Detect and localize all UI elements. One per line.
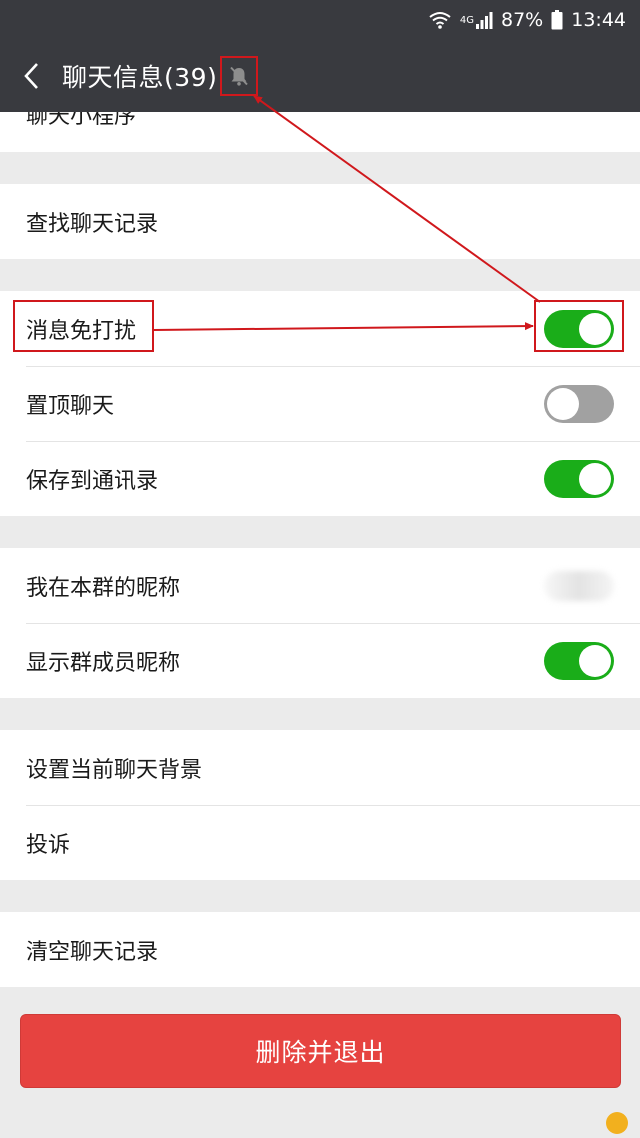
group-clear: 清空聊天记录 [0, 912, 640, 987]
chat-background-row[interactable]: 设置当前聊天背景 [0, 730, 640, 805]
search-chat-history-row[interactable]: 查找聊天记录 [0, 184, 640, 259]
section-gap [0, 880, 640, 912]
clock: 13:44 [571, 9, 626, 31]
watermark-logo-icon [606, 1112, 628, 1134]
nickname-value-blurred [544, 570, 614, 601]
pin-chat-row: 置顶聊天 [0, 366, 640, 441]
row-label: 聊天小程序 [26, 112, 137, 129]
settings-list: 聊天小程序 查找聊天记录 消息免打扰 置顶聊天 保存到通讯录 我在本群的昵称 显… [0, 112, 640, 987]
status-bar: 4G 87% 13:44 [0, 0, 640, 40]
wifi-icon [428, 11, 452, 29]
section-gap [0, 516, 640, 548]
annotation-box-toggle [534, 300, 624, 352]
mini-programs-row[interactable]: 聊天小程序 [0, 112, 640, 152]
network-type: 4G [459, 14, 474, 26]
signal-icon: 4G [460, 11, 493, 29]
pin-chat-toggle[interactable] [544, 384, 614, 423]
group-search: 查找聊天记录 [0, 184, 640, 259]
section-gap [0, 152, 640, 184]
delete-and-exit-button[interactable]: 删除并退出 [20, 1014, 621, 1088]
row-label: 查找聊天记录 [26, 211, 159, 237]
my-group-nickname-row[interactable]: 我在本群的昵称 [0, 548, 640, 623]
toggle-knob [579, 644, 611, 677]
chevron-left-icon [24, 63, 38, 89]
row-label: 清空聊天记录 [26, 939, 159, 965]
section-gap [0, 698, 640, 730]
show-member-nicknames-row: 显示群成员昵称 [0, 623, 640, 698]
row-label: 显示群成员昵称 [26, 650, 181, 676]
group-mini-programs: 聊天小程序 [0, 112, 640, 152]
save-to-contacts-toggle[interactable] [544, 459, 614, 498]
annotation-box-label [13, 300, 154, 352]
show-member-nicknames-toggle[interactable] [544, 641, 614, 680]
group-background: 设置当前聊天背景 投诉 [0, 730, 640, 880]
bell-muted-icon [230, 66, 249, 86]
clear-chat-history-row[interactable]: 清空聊天记录 [0, 912, 640, 987]
row-label: 设置当前聊天背景 [26, 757, 203, 783]
group-nickname: 我在本群的昵称 显示群成员昵称 [0, 548, 640, 698]
toggle-knob [547, 387, 579, 420]
report-row[interactable]: 投诉 [0, 805, 640, 880]
mute-indicator [220, 56, 259, 96]
row-label: 投诉 [26, 832, 71, 858]
watermark [606, 1112, 632, 1134]
save-to-contacts-row: 保存到通讯录 [0, 441, 640, 516]
battery-percent: 87% [501, 9, 544, 31]
battery-icon [551, 10, 563, 30]
row-label: 置顶聊天 [26, 393, 115, 419]
section-gap [0, 259, 640, 291]
page-title: 聊天信息(39) [62, 63, 218, 92]
row-label: 我在本群的昵称 [26, 575, 181, 601]
nav-bar: 聊天信息(39) [0, 40, 640, 112]
back-button[interactable] [0, 40, 62, 112]
row-label: 保存到通讯录 [26, 468, 159, 494]
toggle-knob [579, 462, 611, 495]
